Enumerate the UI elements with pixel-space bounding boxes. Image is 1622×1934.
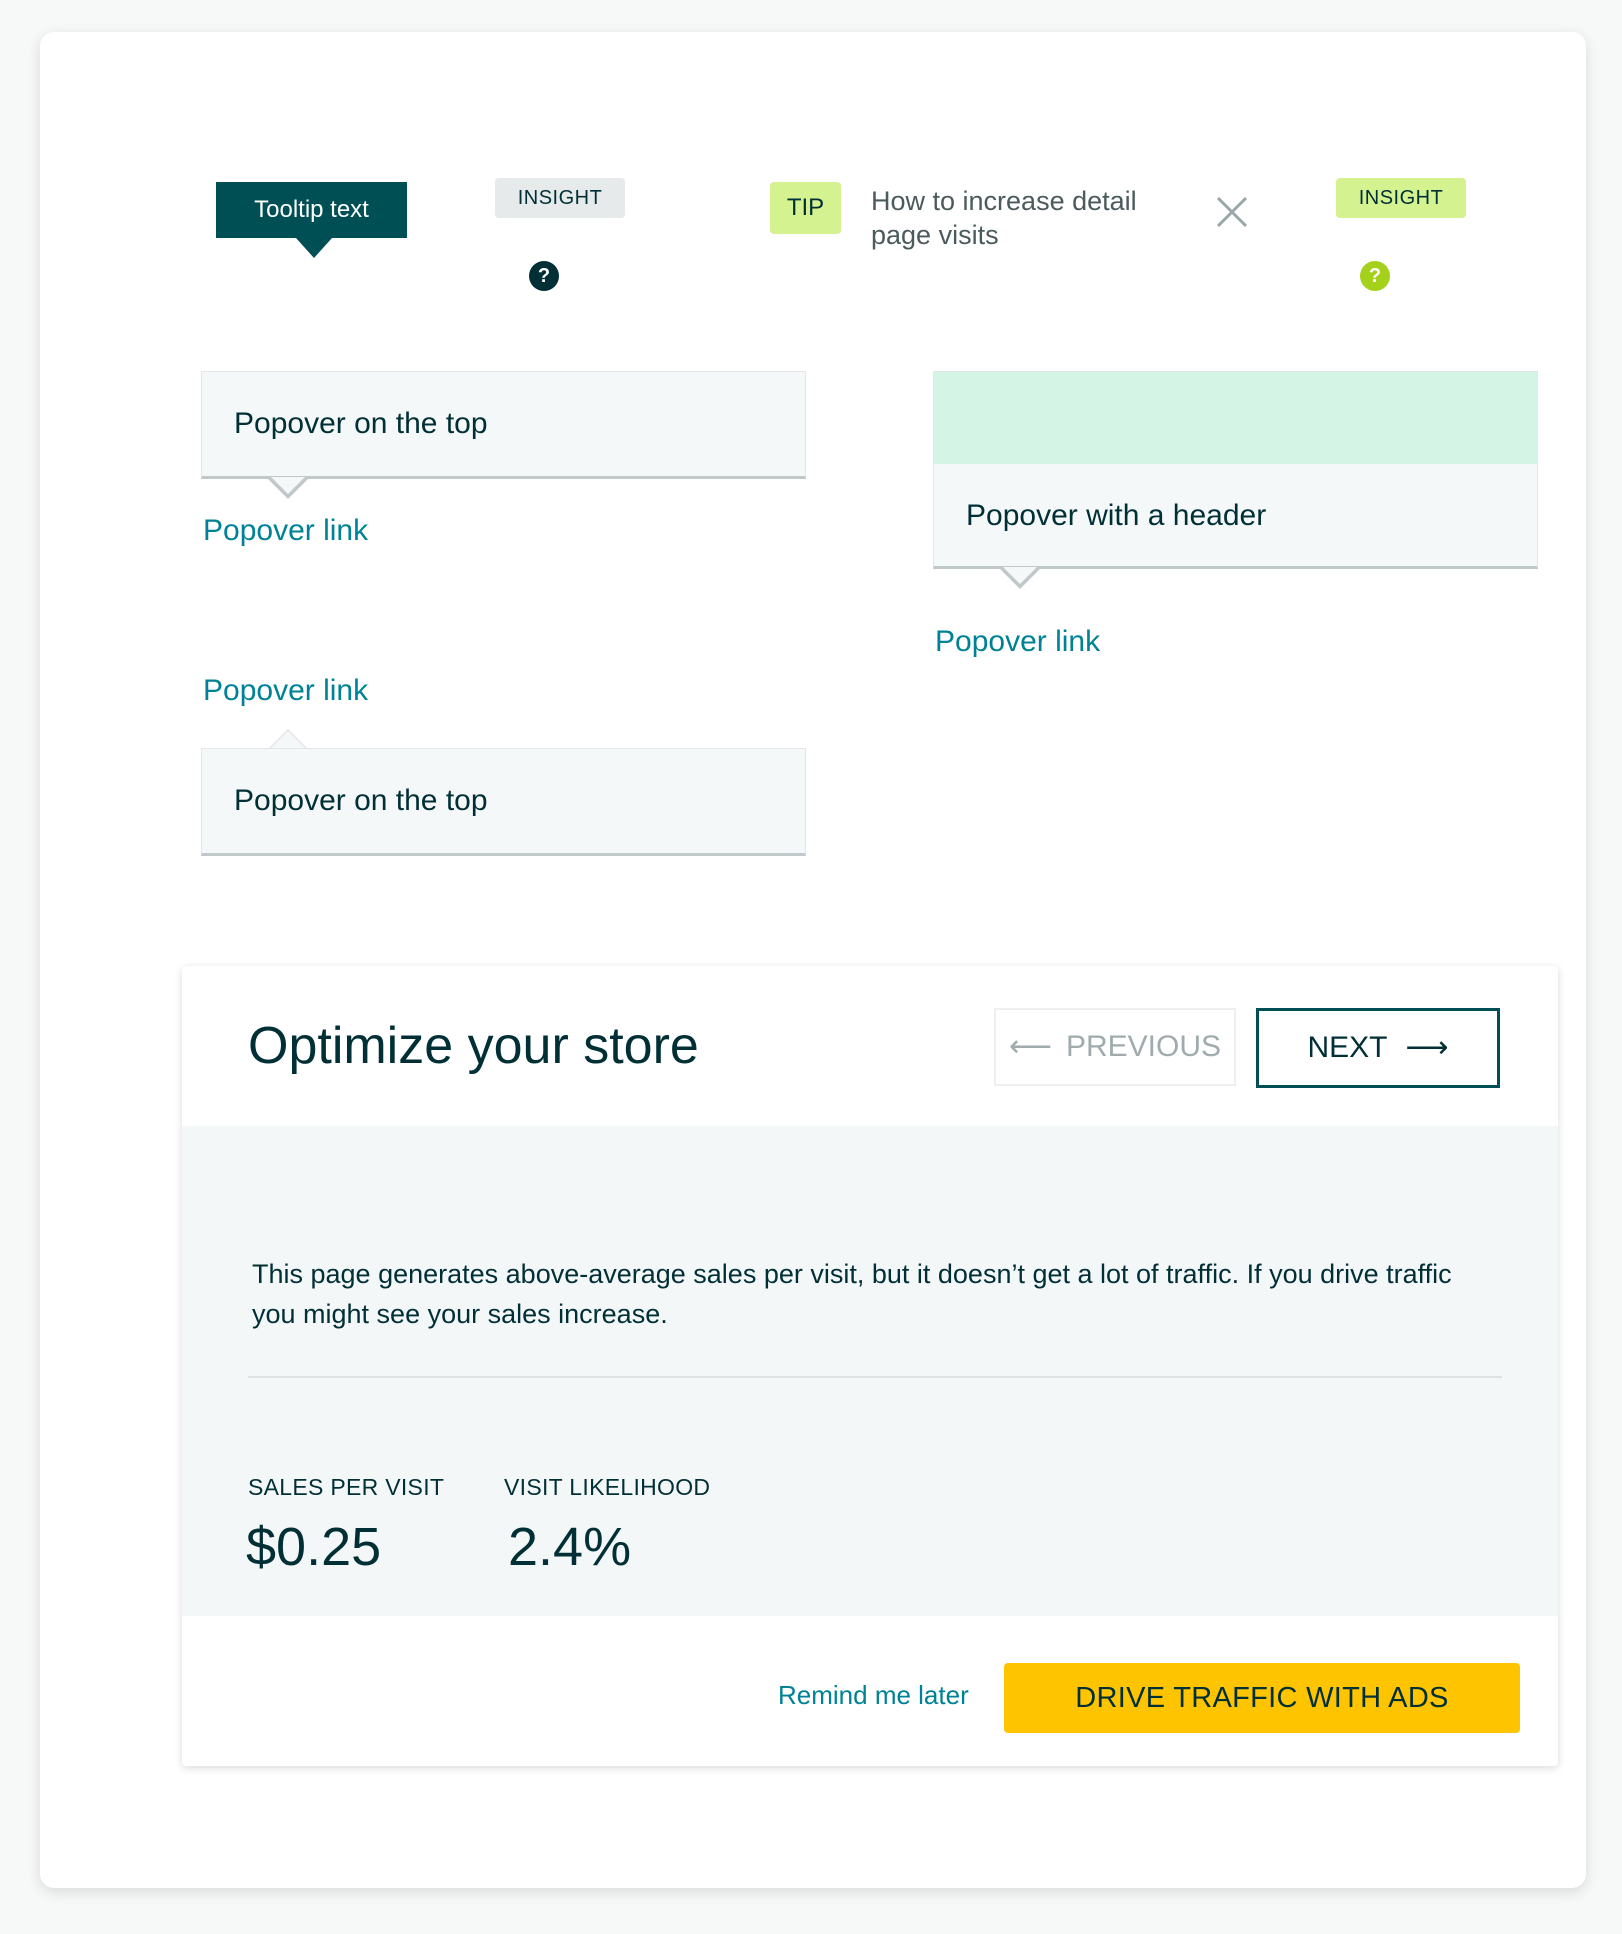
popover-link[interactable]: Popover link [203,674,368,708]
arrow-left-icon: ⟵ [1008,1030,1052,1063]
popover-caret [268,729,308,750]
insight-label: INSIGHT [517,186,603,209]
popover-body: Popover with a header [934,464,1537,567]
popover-caret [268,477,308,499]
tip-text: How to increase detail page visits [871,186,1137,250]
popover-caret [1000,567,1040,589]
popover-text: Popover with a header [966,498,1267,532]
metric-label-sales: SALES PER VISIT [248,1474,445,1500]
close-icon[interactable] [1212,192,1252,232]
tip-label: TIP [786,194,825,221]
popover-bottom: Popover on the top [201,748,806,856]
metric-value-sales: $0.25 [246,1517,382,1577]
next-label: NEXT [1307,1031,1388,1064]
insight-badge-green: INSIGHT [1336,178,1466,218]
divider [248,1376,1502,1378]
insight-badge-gray: INSIGHT [495,178,625,218]
optimize-description: This page generates above-average sales … [252,1259,1452,1329]
help-icon[interactable]: ? [1360,261,1390,291]
popover-link[interactable]: Popover link [935,625,1100,659]
popover-top: Popover on the top [201,371,806,479]
popover-header [934,372,1537,464]
drive-traffic-button[interactable]: DRIVE TRAFFIC WITH ADS [1004,1663,1520,1733]
previous-label: PREVIOUS [1065,1030,1222,1063]
popover-with-header: Popover with a header [933,371,1538,569]
insight-label: INSIGHT [1358,186,1444,209]
metric-value-visit: 2.4% [508,1517,632,1577]
tip-badge: TIP [770,182,841,234]
canvas-card: Tooltip text INSIGHT ? TIP How to increa… [40,32,1586,1888]
help-icon[interactable]: ? [529,261,559,291]
popover-text: Popover on the top [234,407,488,440]
previous-button[interactable]: ⟵ PREVIOUS [994,1008,1236,1086]
next-button[interactable]: NEXT ⟶ [1256,1008,1500,1088]
popover-text: Popover on the top [234,784,488,817]
drive-traffic-label: DRIVE TRAFFIC WITH ADS [1075,1681,1449,1714]
remind-me-later-link[interactable]: Remind me later [778,1680,969,1711]
arrow-right-icon: ⟶ [1405,1031,1449,1064]
optimize-body: This page generates above-average sales … [182,1126,1558,1616]
optimize-title: Optimize your store [248,1017,699,1075]
popover-link[interactable]: Popover link [203,514,368,548]
tooltip: Tooltip text [216,182,407,258]
optimize-card: Optimize your store ⟵ PREVIOUS NEXT ⟶ Th… [182,966,1558,1766]
metric-label-visit: VISIT LIKELIHOOD [504,1474,711,1500]
tooltip-text: Tooltip text [254,196,369,223]
